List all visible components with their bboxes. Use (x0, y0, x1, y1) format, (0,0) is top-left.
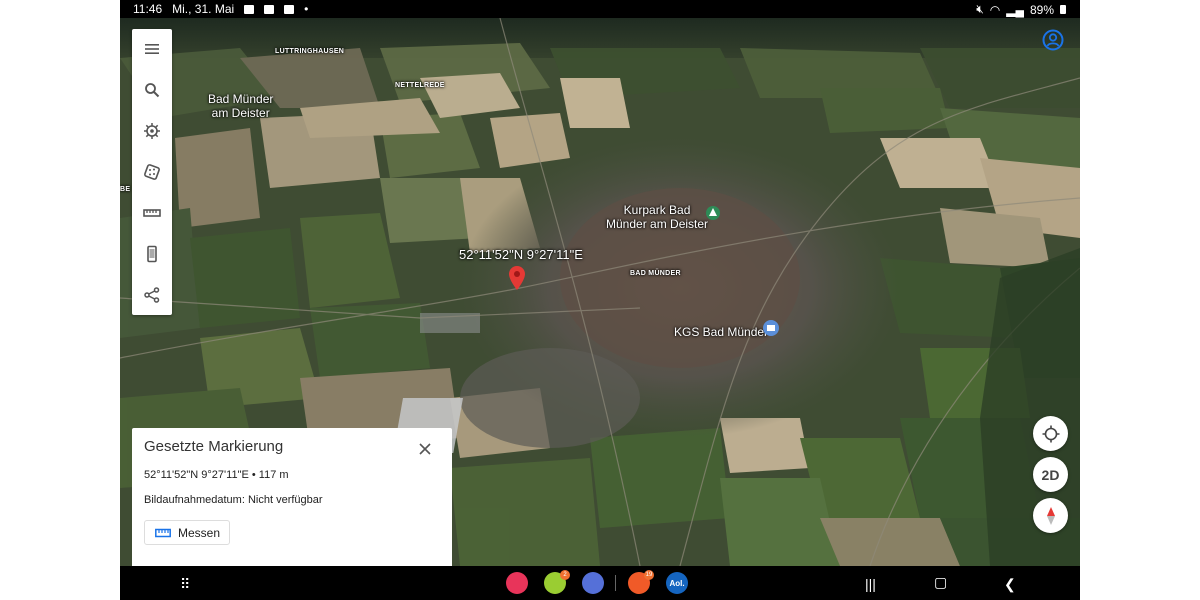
label-bad-muender-am-deister[interactable]: Bad Münder am Deister (208, 92, 273, 120)
panel-title: Gesetzte Markierung (144, 438, 284, 455)
measure-tool-button[interactable] (132, 193, 172, 233)
status-bar: 11:46 Mi., 31. Mai • 🔇︎ ◠ ▂▄ 89% (120, 0, 1080, 18)
status-time: 11:46 (133, 2, 163, 16)
status-date: Mi., 31. Mai (172, 2, 235, 16)
close-icon[interactable] (417, 441, 433, 457)
placemark-info-panel: Gesetzte Markierung 52°11'52"N 9°27'11"E… (132, 428, 452, 566)
location-pin-icon[interactable] (509, 266, 525, 290)
wifi-icon: ◠ (989, 2, 1001, 17)
app-2-badge: 2 (560, 570, 570, 580)
pin-coordinates-label: 52°11'52"N 9°27'11"E (459, 247, 583, 262)
search-icon (145, 83, 160, 98)
signal-icon: ▂▄ (1006, 2, 1024, 17)
crosshair-icon (1042, 425, 1059, 442)
label-bad-muender-town: BAD MÜNDER (630, 270, 681, 277)
mute-icon: 🔇︎ (976, 2, 984, 16)
battery-icon (1060, 5, 1066, 14)
park-icon[interactable] (706, 206, 720, 222)
label-line-1: Kurpark Bad (623, 203, 691, 217)
label-edge-fragment: BE (120, 186, 131, 193)
dice-icon (144, 164, 160, 180)
app-4-badge: 19 (644, 570, 654, 580)
phone-icon (147, 245, 157, 263)
ruler-icon (155, 528, 171, 537)
menu-button[interactable] (132, 29, 172, 69)
imagery-date: Bildaufnahmedatum: Nicht verfügbar (144, 494, 323, 506)
school-icon[interactable] (763, 320, 779, 336)
placemark-coordinates: 52°11'52"N 9°27'11"E • 117 m (144, 469, 289, 481)
measure-button-label: Messen (178, 525, 221, 540)
measure-button[interactable]: Messen (144, 520, 230, 545)
toggle-2d-button[interactable]: 2D (1033, 457, 1068, 492)
label-kurpark[interactable]: Kurpark Bad Münder am Deister (606, 203, 708, 231)
camera-app-icon[interactable] (506, 572, 528, 594)
recent-apps-icon[interactable]: ||| (865, 576, 876, 592)
label-line-2: Münder am Deister (606, 217, 709, 231)
label-nettelrede: NETTELREDE (395, 82, 445, 89)
messages-app-icon[interactable] (582, 572, 604, 594)
compass-icon (1046, 506, 1055, 525)
imagery-date-label: Bildaufnahmedatum: (144, 494, 245, 506)
back-icon[interactable]: ❮ (1004, 576, 1016, 593)
compass-button[interactable] (1033, 498, 1068, 533)
home-icon[interactable]: ▢ (934, 574, 947, 591)
imagery-date-value: Nicht verfügbar (247, 494, 323, 506)
menu-icon (145, 44, 159, 54)
dock-divider (615, 575, 616, 591)
label-kgs[interactable]: KGS Bad Münder (674, 325, 768, 339)
my-location-button[interactable] (1033, 416, 1068, 451)
share-icon (144, 287, 160, 303)
account-icon[interactable] (1042, 29, 1064, 51)
random-place-button[interactable] (132, 152, 172, 192)
voyager-button[interactable] (132, 111, 172, 151)
label-line-2: am Deister (211, 106, 270, 120)
app-notification-icon (284, 4, 295, 14)
share-button[interactable] (132, 275, 172, 315)
label-line-1: Bad Münder (208, 92, 274, 106)
aol-app-icon[interactable]: Aol. (666, 572, 688, 594)
left-toolbar (132, 29, 172, 315)
label-luttringhausen: LUTTRINGHAUSEN (275, 48, 345, 55)
app-drawer-icon[interactable]: ⠿ (180, 576, 190, 593)
gallery-notification-icon (244, 4, 255, 14)
ruler-icon (143, 209, 161, 217)
battery-level: 89% (1029, 2, 1054, 17)
search-button[interactable] (132, 70, 172, 110)
device-screen: 11:46 Mi., 31. Mai • 🔇︎ ◠ ▂▄ 89% LUTTRIN… (120, 0, 1080, 600)
youtube-notification-icon (264, 4, 275, 14)
more-notifications-icon: • (304, 2, 309, 16)
voyager-icon (144, 123, 160, 139)
view-button[interactable] (132, 234, 172, 274)
